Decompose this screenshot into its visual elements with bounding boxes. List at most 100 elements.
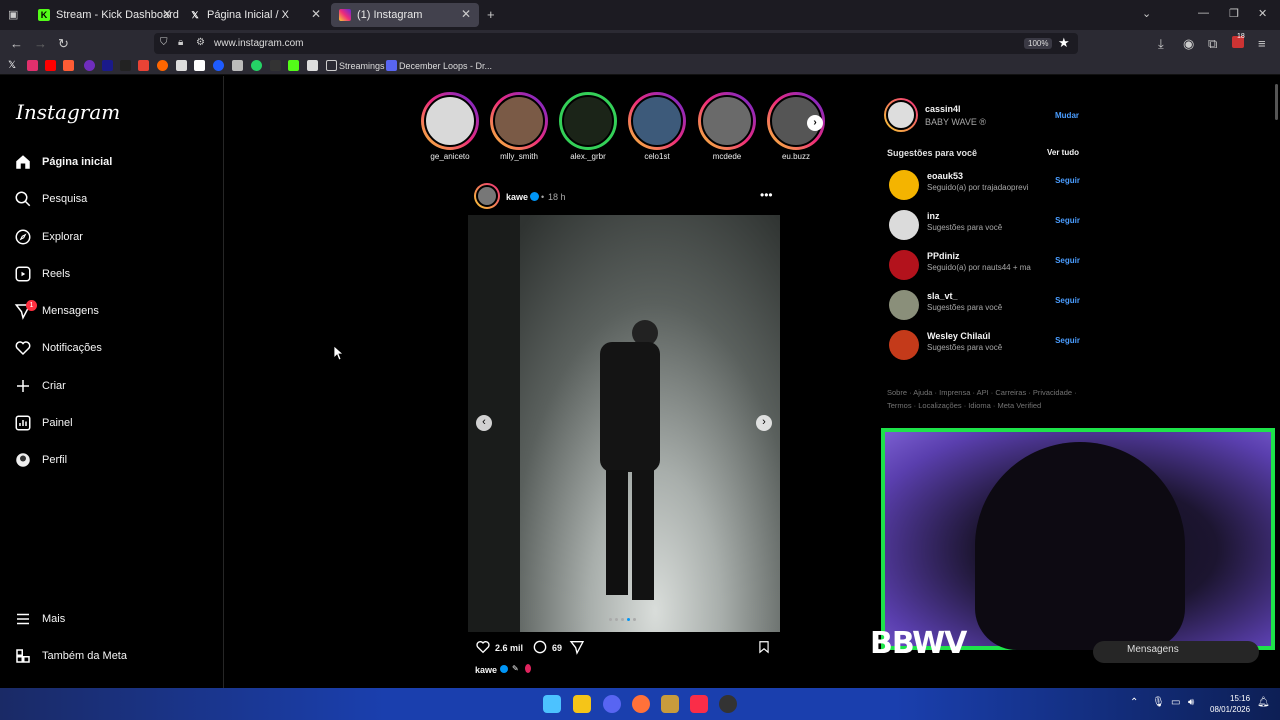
instagram-bookmark-icon[interactable] [27,60,38,71]
suggestion-username[interactable]: inz [927,211,940,221]
suggestion-username[interactable]: Wesley Chilaúl [927,331,990,341]
sidebar-item-more[interactable]: Mais [14,607,65,631]
sidebar-item-explore[interactable]: Explorar [14,225,83,249]
current-user-avatar[interactable] [884,98,918,132]
bookmark-icon[interactable] [120,60,131,71]
caption-author[interactable]: kawe [475,665,497,675]
post-author-avatar[interactable] [474,183,500,209]
bookmark-icon[interactable] [232,60,243,71]
extensions-icon[interactable]: ⧉ [1208,36,1217,52]
tab-list-icon[interactable]: ▣ [8,8,18,21]
bookmark-december-loops[interactable]: December Loops - Dr... [399,61,492,71]
obs-icon[interactable] [719,695,737,713]
chevron-up-icon[interactable]: ⌃ [1130,697,1138,708]
bookmark-icon[interactable] [194,60,205,71]
comments-count[interactable]: 69 [552,643,562,653]
follow-button[interactable]: Seguir [1055,176,1080,185]
bookmark-icon[interactable] [102,60,113,71]
post-next-button[interactable]: › [756,415,772,431]
volume-icon[interactable]: 🔊︎ [1188,697,1194,708]
new-tab-icon[interactable]: + [487,7,495,22]
suggestion-username[interactable]: PPdiniz [927,251,960,261]
post-image[interactable] [468,215,780,632]
follow-button[interactable]: Seguir [1055,296,1080,305]
story-item[interactable]: celo1st [628,92,686,161]
switch-account-link[interactable]: Mudar [1055,111,1079,120]
zoom-level[interactable]: 100% [1024,38,1053,49]
sidebar-item-reels[interactable]: Reels [14,262,70,286]
sidebar-item-create[interactable]: Criar [14,374,66,398]
sidebar-item-profile[interactable]: Perfil [14,448,67,472]
sidebar-item-search[interactable]: Pesquisa [14,187,87,211]
story-item[interactable]: mlly_smith [490,92,548,161]
share-icon[interactable] [569,639,585,655]
post-author-name[interactable]: kawe [506,192,528,202]
forward-icon[interactable]: → [34,36,47,51]
windows-start-icon[interactable] [543,695,561,713]
bookmark-icon[interactable] [386,60,397,71]
riot-client-icon[interactable] [661,695,679,713]
messages-floating-label[interactable]: Mensagens [1127,644,1179,655]
kick-bookmark-icon[interactable] [288,60,299,71]
footer-links-line2[interactable]: Termos · Localizações · Idioma · Meta Ve… [887,401,1041,410]
instagram-logo[interactable]: Instagram [16,100,120,124]
tab-x[interactable]: 𝕏 Página Inicial / X ✕ [181,3,329,27]
close-tab-icon[interactable]: ✕ [311,7,321,21]
reload-icon[interactable]: ↻ [58,36,69,52]
follow-button[interactable]: Seguir [1055,216,1080,225]
suggestion-username[interactable]: eoauk53 [927,171,963,181]
youtube-bookmark-icon[interactable] [45,60,56,71]
bookmark-icon[interactable] [63,60,74,71]
folder-icon[interactable] [326,60,337,71]
account-icon[interactable]: ◉ [1183,36,1194,52]
close-tab-icon[interactable]: ✕ [162,7,172,21]
menu-icon[interactable]: ≡ [1258,36,1266,51]
twitch-bookmark-icon[interactable] [84,60,95,71]
permissions-icon[interactable]: ⚙ [196,37,205,48]
close-tab-icon[interactable]: ✕ [461,7,471,21]
bookmark-folder-streamings[interactable]: Streamings [339,61,385,71]
suggestion-avatar[interactable] [889,210,919,240]
sidebar-item-meta[interactable]: Também da Meta [14,644,127,668]
whatsapp-bookmark-icon[interactable] [251,60,262,71]
minimize-icon[interactable]: — [1198,7,1209,19]
shield-icon[interactable]: ⛉ [160,37,168,48]
file-explorer-icon[interactable] [573,695,591,713]
discord-icon[interactable] [603,695,621,713]
story-item[interactable]: ge_aniceto [421,92,479,161]
bookmark-icon[interactable] [157,60,168,71]
bookmark-icon[interactable] [307,60,318,71]
bookmark-star-icon[interactable]: ★ [1058,35,1070,51]
like-heart-icon[interactable] [475,639,491,655]
bookmark-icon[interactable] [270,60,281,71]
follow-button[interactable]: Seguir [1055,336,1080,345]
save-bookmark-icon[interactable] [757,639,771,655]
more-options-icon[interactable]: ••• [760,188,773,202]
tab-instagram[interactable]: (1) Instagram ✕ [331,3,479,27]
post-prev-button[interactable]: ‹ [476,415,492,431]
firefox-icon[interactable] [632,695,650,713]
x-bookmark-icon[interactable]: 𝕏 [8,60,19,71]
page-scrollbar[interactable] [1275,84,1278,120]
sidebar-item-notifications[interactable]: Notificações [14,336,102,360]
gmail-bookmark-icon[interactable] [138,60,149,71]
restore-icon[interactable]: ❐ [1229,7,1239,20]
story-item[interactable]: alex._grbr [559,92,617,161]
footer-links-line1[interactable]: Sobre · Ajuda · Imprensa · API · Carreir… [887,388,1077,397]
stories-next-button[interactable]: › [807,115,823,131]
clock-time[interactable]: 15:16 [1230,694,1250,703]
suggestion-avatar[interactable] [889,290,919,320]
current-username[interactable]: cassin4l [925,104,961,114]
bookmark-icon[interactable] [176,60,187,71]
see-all-link[interactable]: Ver tudo [1047,148,1079,157]
sidebar-item-home[interactable]: Página inicial [14,150,112,174]
chevron-down-icon[interactable]: ⌄ [1142,7,1151,20]
microphone-icon[interactable]: 🎙︎ [1152,697,1165,708]
url-text[interactable]: www.instagram.com [214,38,303,49]
follow-button[interactable]: Seguir [1055,256,1080,265]
close-window-icon[interactable]: ✕ [1258,7,1267,20]
suggestion-username[interactable]: sla_vt_ [927,291,958,301]
music-app-icon[interactable] [690,695,708,713]
back-icon[interactable]: ← [10,36,23,51]
suggestion-avatar[interactable] [889,250,919,280]
